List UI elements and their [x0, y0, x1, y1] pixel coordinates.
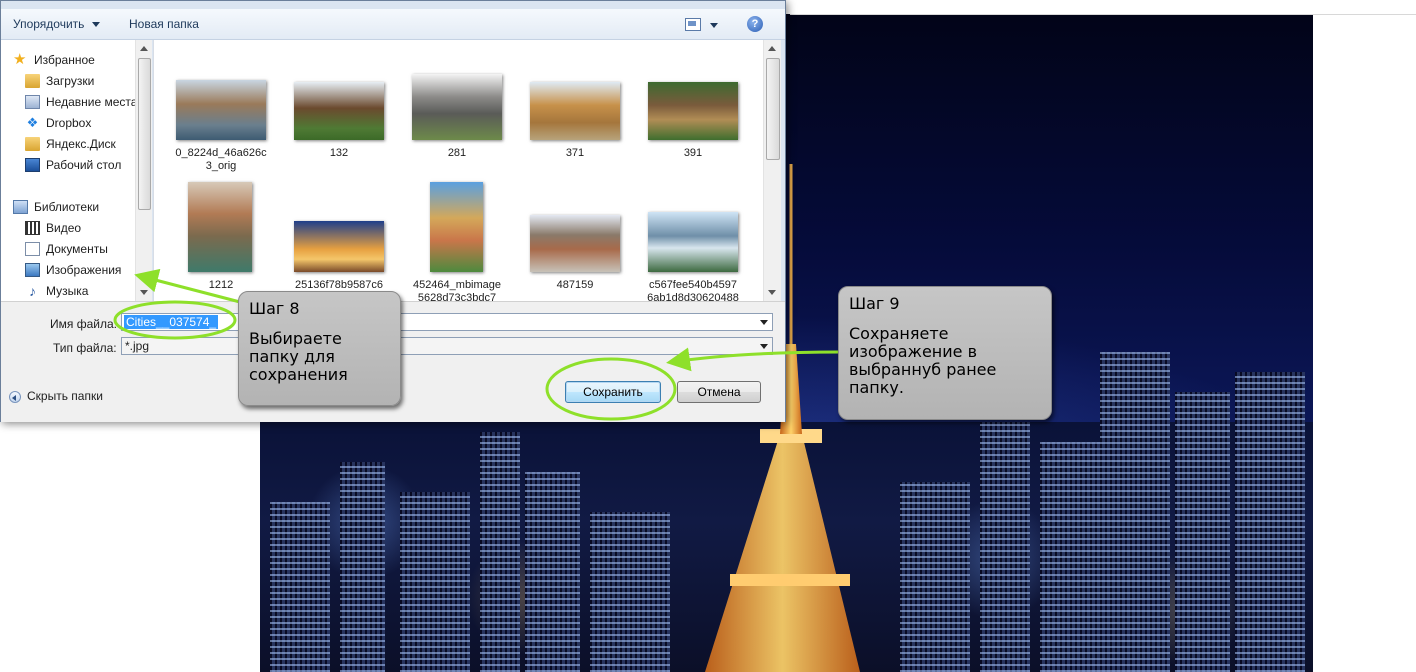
nav-item-downloads[interactable]: Загрузки [25, 72, 94, 90]
nav-label: Изображения [46, 263, 122, 277]
hide-folders-area: Скрыть папки [1, 302, 121, 422]
recent-places-icon [25, 95, 40, 109]
thumbnail-image [176, 80, 266, 140]
file-name: 371 [565, 147, 585, 159]
organize-label: Упорядочить [13, 17, 85, 31]
thumbnail-image [530, 215, 620, 272]
chevron-down-icon[interactable] [760, 320, 768, 325]
nav-label: Библиотеки [34, 200, 100, 214]
hide-folders-link[interactable]: Скрыть папки [27, 389, 103, 403]
save-button[interactable]: Сохранить [565, 381, 661, 403]
help-icon[interactable]: ? [747, 16, 763, 32]
file-list-scrollbar[interactable] [763, 40, 781, 301]
scrollbar-thumb[interactable] [138, 58, 151, 210]
chevron-down-icon[interactable] [760, 344, 768, 349]
thumbnail-image [294, 221, 384, 272]
file-name: 132 [329, 147, 349, 159]
step8-callout: Шаг 8 Выбираете папку для сохранения [238, 291, 401, 406]
dialog-toolbar: Упорядочить Новая папка ? [1, 9, 785, 40]
collapse-arrow-icon[interactable] [9, 391, 21, 403]
nav-label: Dropbox [46, 116, 92, 130]
change-view-icon[interactable] [685, 18, 701, 31]
filetype-select[interactable]: *.jpg [121, 337, 773, 355]
music-library-icon: ♪ [29, 283, 36, 299]
chevron-down-icon [91, 22, 100, 28]
file-name: 391 [683, 147, 703, 159]
file-name: 281 [447, 147, 467, 159]
thumbnail-image [294, 82, 384, 140]
nav-label: Загрузки [46, 74, 95, 88]
nav-label: Избранное [34, 53, 95, 67]
callout-title: Шаг 9 [849, 294, 900, 313]
file-list: 0_8224d_46a626c 3_orig 132 281 371 391 12… [153, 40, 764, 301]
nav-pane-scrollbar[interactable] [135, 40, 152, 301]
nav-item-recent-places[interactable]: Недавние места [25, 93, 137, 111]
nav-favorites-header[interactable]: ★ Избранное [13, 51, 95, 69]
nav-item-desktop[interactable]: Рабочий стол [25, 156, 121, 174]
scroll-down-icon[interactable] [768, 290, 776, 295]
nav-item-music[interactable]: ♪ Музыка [25, 282, 88, 300]
yandex-disk-folder-icon [25, 137, 40, 151]
thumbnail-image [648, 82, 738, 140]
file-name: 452464_mbimage 5628d73c3bdc7 [412, 279, 502, 301]
nav-label: Музыка [46, 284, 89, 298]
organize-button[interactable]: Упорядочить [13, 17, 100, 31]
filename-input[interactable]: Cities__037574_ [121, 313, 773, 331]
dropbox-icon: ❖ [26, 115, 39, 130]
nav-item-yandex-disk[interactable]: Яндекс.Диск [25, 135, 116, 153]
thumbnail-image [188, 182, 252, 272]
nav-item-video[interactable]: Видео [25, 219, 81, 237]
nav-label: Недавние места [46, 95, 138, 109]
callout-body: Сохраняете изображение в выбраннуб ранее… [849, 324, 997, 397]
navigation-pane: ★ Избранное Загрузки Недавние места ❖ Dr… [1, 40, 152, 301]
step9-callout: Шаг 9 Сохраняете изображение в выбраннуб… [838, 286, 1052, 420]
callout-title: Шаг 8 [249, 299, 300, 318]
view-options-chevron-icon[interactable] [710, 23, 718, 28]
thumbnail-image [412, 74, 502, 140]
scroll-down-icon[interactable] [140, 290, 148, 295]
scroll-up-icon[interactable] [140, 46, 148, 51]
nav-label: Рабочий стол [46, 158, 122, 172]
downloads-folder-icon [25, 74, 40, 88]
scroll-up-icon[interactable] [768, 46, 776, 51]
desktop-icon [25, 158, 40, 172]
libraries-icon [13, 200, 28, 214]
nav-item-documents[interactable]: Документы [25, 240, 108, 258]
nav-label: Яндекс.Диск [46, 137, 116, 151]
filetype-value: *.jpg [125, 339, 150, 353]
nav-item-pictures[interactable]: Изображения [25, 261, 121, 279]
thumbnail-image [648, 212, 738, 272]
nav-label: Видео [46, 221, 82, 235]
file-name: 487159 [556, 279, 594, 291]
documents-library-icon [25, 242, 40, 256]
scrollbar-thumb[interactable] [766, 58, 780, 160]
browser-top-strip [790, 0, 1416, 15]
new-folder-button[interactable]: Новая папка [129, 17, 199, 31]
callout-body: Выбираете папку для сохранения [249, 329, 348, 384]
nav-label: Документы [46, 242, 108, 256]
video-library-icon [25, 221, 40, 235]
pictures-library-icon [25, 263, 40, 277]
thumbnail-image [530, 82, 620, 140]
filename-value: Cities__037574_ [124, 315, 219, 329]
nav-libraries-header[interactable]: Библиотеки [13, 198, 99, 216]
file-name: 0_8224d_46a626c 3_orig [175, 147, 267, 172]
nav-item-dropbox[interactable]: ❖ Dropbox [25, 114, 92, 132]
star-icon: ★ [13, 51, 27, 68]
cancel-button[interactable]: Отмена [677, 381, 761, 403]
thumbnail-image [430, 182, 483, 272]
file-name: c567fee540b4597 6ab1d8d30620488 [647, 279, 739, 301]
